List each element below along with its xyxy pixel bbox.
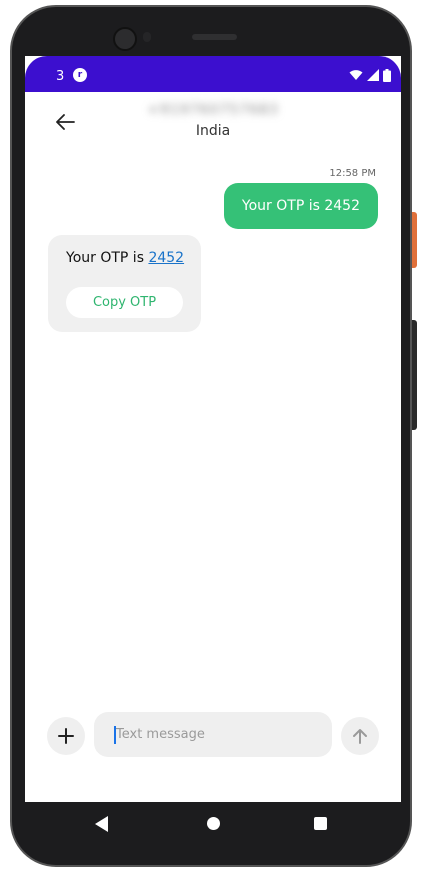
message-input[interactable]: [116, 712, 321, 757]
screen: 3 r +919760757683 India 12:58 PM Your OT…: [25, 56, 401, 802]
contact-number: +919760757683: [147, 102, 279, 118]
send-button[interactable]: [341, 717, 379, 755]
nav-recents-icon[interactable]: [314, 817, 327, 830]
incoming-message-text: Your OTP is 2452: [66, 250, 184, 266]
app-notification-icon: r: [73, 68, 87, 82]
add-attachment-button[interactable]: [47, 717, 85, 755]
navigation-bar: [25, 802, 401, 846]
notification-count: 3: [56, 69, 65, 84]
nav-back-icon[interactable]: [95, 816, 109, 832]
camera-sensor: [143, 32, 151, 42]
plus-icon: [58, 728, 74, 744]
incoming-message-prefix: Your OTP is: [66, 250, 149, 266]
status-bar: 3 r: [25, 56, 401, 92]
otp-code-link[interactable]: 2452: [148, 250, 184, 266]
earpiece-speaker: [192, 34, 237, 40]
nav-home-icon[interactable]: [207, 817, 220, 830]
volume-button: [412, 320, 417, 430]
incoming-message-bubble[interactable]: Your OTP is 2452 Copy OTP: [48, 235, 201, 332]
battery-icon: [383, 68, 391, 82]
status-icons: [349, 68, 391, 82]
outgoing-message-bubble[interactable]: Your OTP is 2452: [223, 183, 378, 229]
power-button: [412, 212, 417, 268]
copy-otp-button[interactable]: Copy OTP: [66, 287, 183, 318]
message-timestamp: 12:58 PM: [329, 168, 376, 179]
compose-field[interactable]: [94, 712, 332, 757]
contact-country: India: [195, 123, 231, 139]
send-arrow-icon: [353, 729, 367, 744]
conversation-header: +919760757683 India: [25, 92, 401, 152]
front-camera: [113, 27, 137, 51]
signal-icon: [367, 69, 379, 81]
wifi-icon: [349, 70, 363, 80]
